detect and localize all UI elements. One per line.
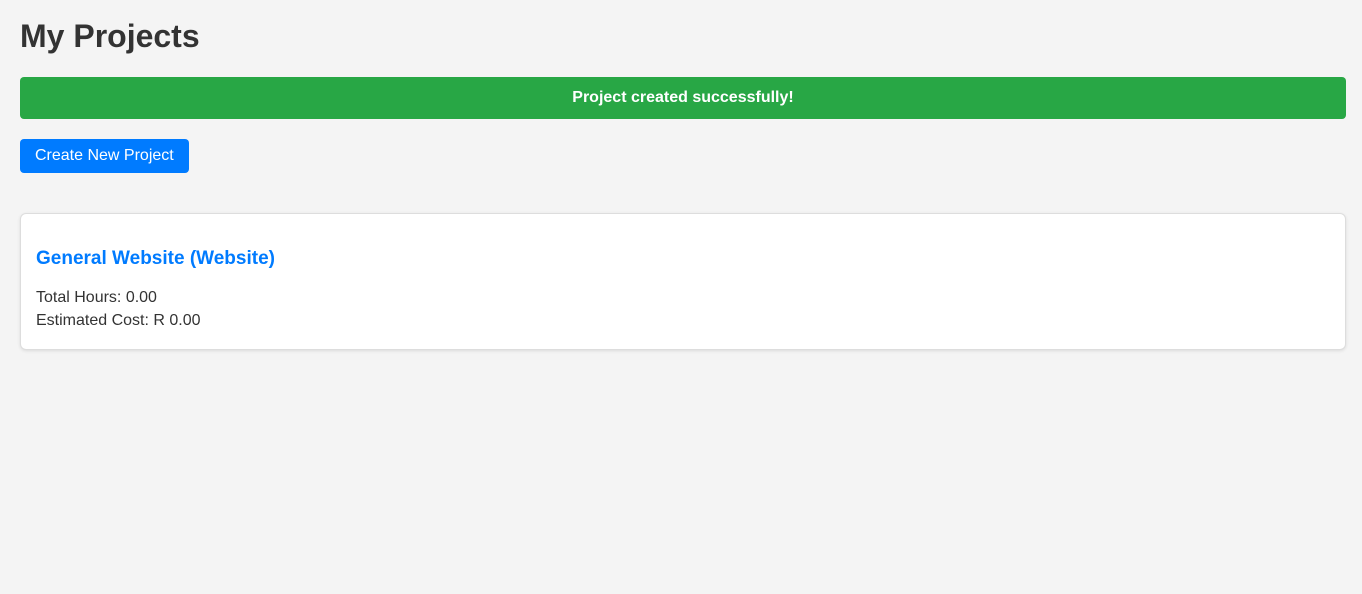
create-new-project-button[interactable]: Create New Project (20, 139, 189, 173)
page-container: My Projects Project created successfully… (0, 0, 1362, 350)
page-title: My Projects (20, 18, 200, 54)
project-list: General Website (Website) Total Hours: 0… (20, 213, 1346, 350)
project-estimated-cost: Estimated Cost: R 0.00 (36, 312, 201, 329)
project-total-hours: Total Hours: 0.00 (36, 289, 157, 306)
success-alert: Project created successfully! (20, 77, 1346, 119)
project-card: General Website (Website) Total Hours: 0… (20, 213, 1346, 350)
project-name-link[interactable]: General Website (Website) (36, 247, 1330, 271)
success-alert-message: Project created successfully! (572, 89, 794, 106)
